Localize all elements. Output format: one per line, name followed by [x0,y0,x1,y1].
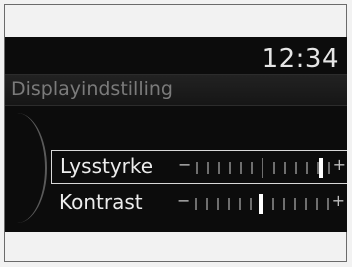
slider-thumb[interactable] [319,158,324,178]
menu-title-bar: Displayindstilling [5,74,347,106]
menu-item-lysstyrke[interactable]: Lysstyrke − + [51,150,347,184]
scroll-arc-indicator [5,113,47,223]
slider-tick [294,198,296,210]
slider-tick [218,162,220,174]
slider-tick [306,162,308,174]
slider-tick [273,162,275,174]
clock: 12:34 [261,44,339,74]
menu-item-label: Lysstyrke [60,154,154,178]
slider-tick [328,162,330,174]
menu-item-kontrast[interactable]: Kontrast − + [51,187,347,221]
slider-tick [272,198,274,210]
plus-icon: + [332,155,346,174]
page-title: Displayindstilling [11,78,173,100]
contrast-slider[interactable]: − + [177,187,347,221]
menu-item-label: Kontrast [59,190,143,214]
slider-tick [327,198,329,210]
slider-tick [262,158,263,178]
slider-tick [284,162,286,174]
slider-tick [251,162,253,174]
slider-tick [305,198,307,210]
minus-icon: − [178,155,192,174]
brightness-slider[interactable]: − + [178,151,347,185]
plus-icon: + [331,191,345,210]
slider-tick [229,162,231,174]
slider-tick [239,198,241,210]
display-screen: 12:34 Displayindstilling Lysstyrke − + K… [5,37,347,232]
slider-tick [240,162,242,174]
slider-tick [195,198,197,210]
slider-tick [250,198,252,210]
slider-thumb[interactable] [259,194,263,214]
slider-tick [206,198,208,210]
minus-icon: − [177,191,191,210]
slider-tick [283,198,285,210]
slider-tick [295,162,297,174]
slider-tick [196,162,198,174]
slider-tick [316,198,318,210]
slider-tick [217,198,219,210]
slider-tick [207,162,209,174]
slider-tick [228,198,230,210]
